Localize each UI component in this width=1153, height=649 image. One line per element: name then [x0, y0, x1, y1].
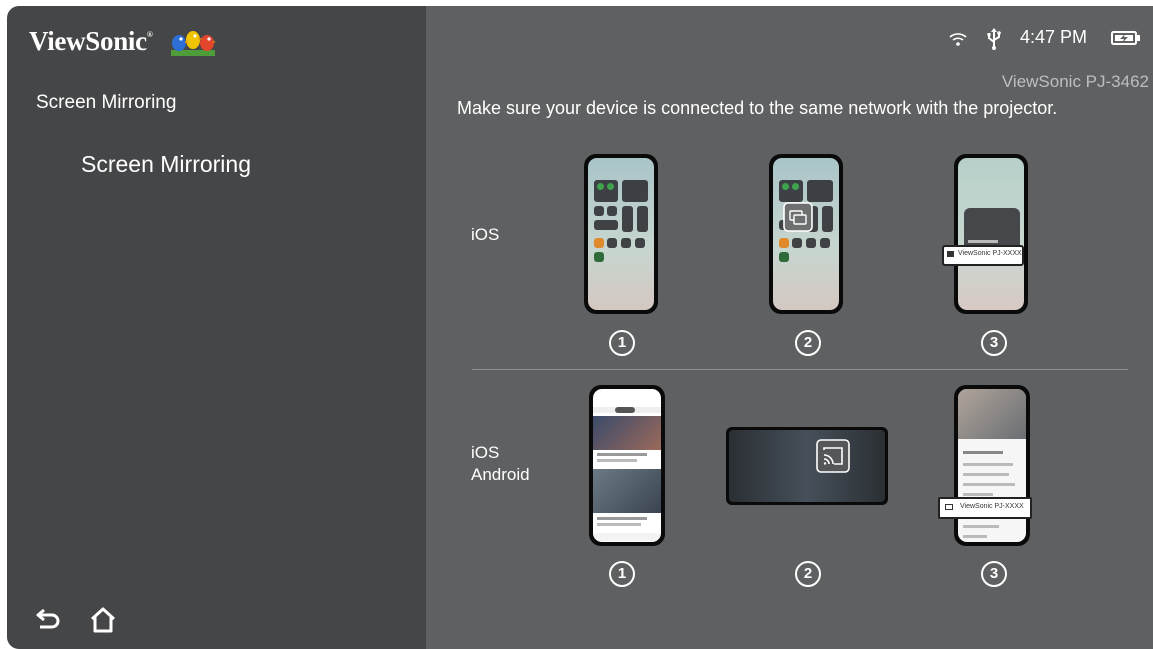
- row-label-ios-android: iOS Android: [471, 443, 530, 484]
- row-label-ios: iOS: [471, 225, 500, 244]
- ios-step3-phone: [954, 154, 1028, 314]
- back-arrow-icon[interactable]: [35, 606, 63, 632]
- main-panel: 4:47 PM ViewSonic PJ-3462 Make sure your…: [426, 6, 1153, 649]
- sidebar: ViewSonic® Screen Mirroring Screen Mirro…: [7, 6, 426, 649]
- battery-charging-icon: [1111, 31, 1140, 45]
- sidebar-title: Screen Mirroring: [36, 92, 177, 113]
- usb-icon: [987, 28, 1001, 50]
- status-time: 4:47 PM: [1020, 27, 1088, 47]
- ios-step-2-badge: 2: [795, 330, 821, 356]
- android-step-3-badge: 3: [981, 561, 1007, 587]
- instruction-text: Make sure your device is connected to th…: [457, 98, 1058, 118]
- android-device-popup: ViewSonic PJ-XXXX: [938, 497, 1032, 519]
- android-step2-phone: [726, 427, 888, 505]
- ios-step-1-badge: 1: [609, 330, 635, 356]
- home-icon[interactable]: [89, 606, 117, 634]
- sidebar-item-screen-mirroring[interactable]: Screen Mirroring: [81, 151, 251, 178]
- wifi-icon: [949, 33, 967, 46]
- android-step-2-badge: 2: [795, 561, 821, 587]
- cast-icon: [816, 439, 850, 473]
- android-step-1-badge: 1: [609, 561, 635, 587]
- ios-step-3-badge: 3: [981, 330, 1007, 356]
- row-divider: [472, 369, 1128, 370]
- android-step3-phone: [954, 385, 1030, 546]
- device-name: ViewSonic PJ-3462: [1001, 72, 1149, 91]
- android-step1-phone: [589, 385, 665, 546]
- app-window: ViewSonic® Screen Mirroring Screen Mirro…: [7, 6, 1153, 649]
- ios-step2-phone: [769, 154, 843, 314]
- birds-logo-icon: [171, 31, 216, 56]
- screen-mirror-icon: [783, 202, 813, 232]
- brand-logo: ViewSonic®: [29, 26, 153, 56]
- ios-step1-phone: [584, 154, 658, 314]
- ios-device-popup: ViewSonic PJ-XXXX: [942, 245, 1024, 266]
